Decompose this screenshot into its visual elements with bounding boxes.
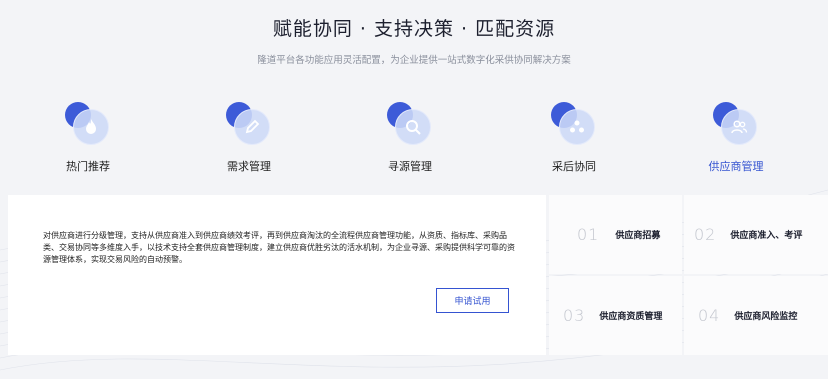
description-text: 对供应商进行分级管理，支持从供应商准入到供应商绩效考评，再到供应商淘汰的全流程供…: [43, 231, 515, 264]
section-title: 赋能协同 · 支持决策 · 匹配资源: [272, 18, 556, 40]
tab-hot-recommend[interactable]: 热门推荐: [28, 102, 148, 174]
feature-label: 供应商资质管理: [599, 312, 663, 322]
apply-trial-button[interactable]: 申请试用: [436, 288, 509, 313]
feature-label: 供应商风险监控: [734, 312, 798, 322]
feature-number: 03: [563, 306, 586, 325]
tab-label: 采后协同: [552, 160, 596, 173]
feature-number: 02: [694, 225, 717, 244]
feature-cell-supplier-qualification[interactable]: 03 供应商资质管理: [549, 276, 682, 355]
users-icon: [713, 102, 759, 146]
tab-sourcing-management[interactable]: 寻源管理: [350, 102, 470, 174]
search-icon: [387, 102, 433, 146]
feature-cell-supplier-admission[interactable]: 02 供应商准入、考评: [684, 195, 828, 274]
tab-label: 供应商管理: [708, 160, 764, 173]
tab-supplier-management[interactable]: 供应商管理: [676, 102, 796, 174]
tab-label: 热门推荐: [66, 160, 110, 173]
feature-cell-supplier-recruitment[interactable]: 01 供应商招募: [549, 195, 682, 274]
tab-post-purchase-collaboration[interactable]: 采后协同: [514, 102, 634, 174]
feature-number: 01: [577, 225, 600, 244]
feature-label: 供应商招募: [615, 231, 661, 241]
tab-label: 需求管理: [227, 160, 271, 173]
flame-icon: [65, 102, 111, 146]
feature-cell-supplier-risk-monitoring[interactable]: 04 供应商风险监控: [684, 276, 828, 355]
description-panel: 对供应商进行分级管理，支持从供应商准入到供应商绩效考评，再到供应商淘汰的全流程供…: [8, 195, 546, 355]
collaboration-icon: [551, 102, 597, 146]
tab-demand-management[interactable]: 需求管理: [189, 102, 309, 174]
tab-label: 寻源管理: [388, 160, 432, 173]
feature-number: 04: [698, 306, 721, 325]
pencil-icon: [226, 102, 272, 146]
feature-label: 供应商准入、考评: [730, 231, 803, 241]
section-subtitle: 隆道平台各功能应用灵活配置，为企业提供一站式数字化采供协同解决方案: [257, 55, 571, 66]
